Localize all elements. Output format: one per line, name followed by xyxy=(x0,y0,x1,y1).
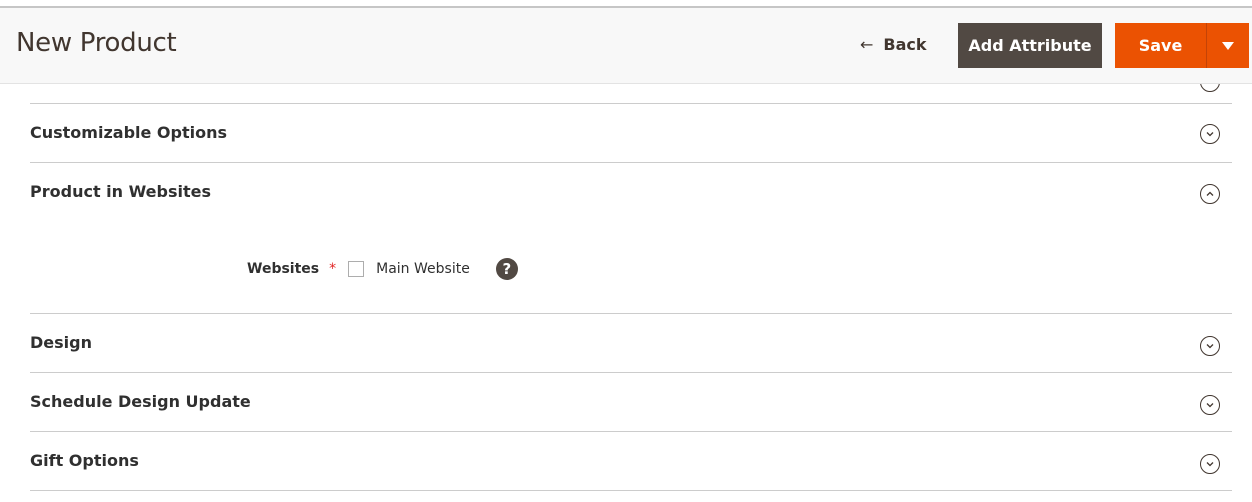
page-actions-header: New Product ← Back Add Attribute Save xyxy=(0,8,1252,84)
back-label: Back xyxy=(883,35,927,54)
arrow-left-icon: ← xyxy=(860,35,874,54)
websites-field: Websites * Main Website ? xyxy=(247,258,518,280)
section-title: Gift Options xyxy=(30,451,139,470)
chevron-down-icon[interactable] xyxy=(1200,124,1220,144)
chevron-down-icon[interactable] xyxy=(1200,454,1220,474)
save-button[interactable]: Save xyxy=(1115,23,1206,68)
websites-label: Websites xyxy=(247,261,320,277)
section-schedule-design-update[interactable]: Schedule Design Update xyxy=(30,372,1232,432)
chevron-down-icon[interactable] xyxy=(1200,395,1220,415)
back-button[interactable]: ← Back xyxy=(860,35,927,54)
section-divider xyxy=(30,490,1232,491)
chevron-down-icon[interactable] xyxy=(1200,336,1220,356)
main-website-checkbox[interactable] xyxy=(348,261,365,277)
required-asterisk: * xyxy=(329,261,337,277)
save-dropdown-toggle[interactable] xyxy=(1206,23,1249,68)
help-icon[interactable]: ? xyxy=(495,258,518,280)
chevron-up-icon[interactable] xyxy=(1200,184,1220,204)
section-design[interactable]: Design xyxy=(30,313,1232,373)
triangle-down-icon xyxy=(1222,41,1234,50)
page-title: New Product xyxy=(16,28,177,58)
section-title: Design xyxy=(30,333,92,352)
section-title: Product in Websites xyxy=(30,182,212,201)
section-gift-options[interactable]: Gift Options xyxy=(30,431,1232,491)
add-attribute-button[interactable]: Add Attribute xyxy=(958,23,1102,68)
section-title: Customizable Options xyxy=(30,123,228,142)
section-title: Schedule Design Update xyxy=(30,392,251,411)
section-customizable-options[interactable]: Customizable Options xyxy=(30,103,1232,163)
main-website-label[interactable]: Main Website xyxy=(376,261,470,277)
section-product-in-websites[interactable]: Product in Websites xyxy=(30,162,1232,314)
